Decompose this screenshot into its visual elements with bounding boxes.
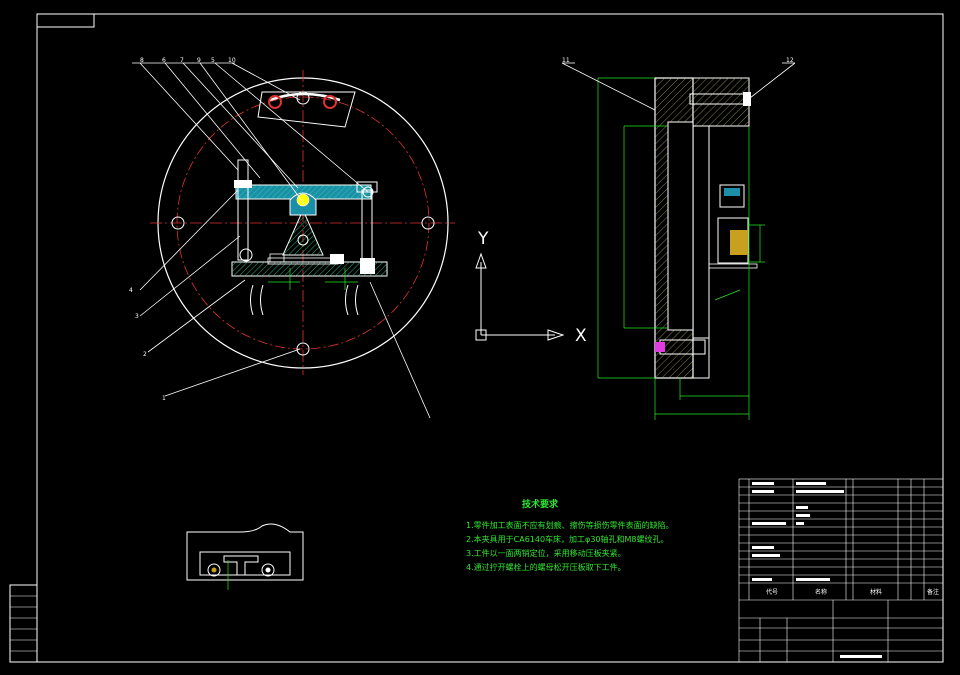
header-name: 名称 — [815, 588, 827, 596]
left-strip-table — [10, 595, 37, 652]
cad-drawing: 8 6 7 9 5 10 4 3 2 1 Y X 11 12 代号 名称 材料 … — [9, 13, 944, 663]
title-block — [738, 478, 944, 663]
axis-y-label: Y — [477, 229, 489, 249]
label-4: 4 — [129, 287, 133, 294]
notes-title: 技术要求 — [522, 500, 559, 510]
header-material: 材料 — [870, 588, 882, 596]
title-block-fills — [752, 482, 882, 658]
header-code: 代号 — [766, 588, 778, 596]
label-1: 1 — [162, 395, 166, 402]
label-12: 12 — [786, 57, 794, 64]
label-2: 2 — [143, 351, 147, 358]
label-8: 8 — [140, 57, 144, 64]
side-section-view: 11 12 — [561, 57, 796, 420]
title-block-headers: 代号 名称 材料 备注 — [766, 588, 939, 596]
detail-view — [186, 523, 304, 590]
front-view: 8 6 7 9 5 10 4 3 2 1 — [129, 57, 455, 419]
label-5: 5 — [211, 57, 215, 64]
coordinate-axes — [475, 252, 565, 341]
label-11: 11 — [562, 57, 570, 64]
clamp-assembly — [231, 159, 388, 316]
label-6: 6 — [162, 57, 166, 64]
label-9: 9 — [197, 57, 201, 64]
axis-x-label: X — [575, 326, 587, 346]
note-line-3: 3.工件以一面两销定位，采用移动压板夹紧。 — [466, 549, 626, 558]
label-10: 10 — [228, 57, 236, 64]
header-remark: 备注 — [927, 588, 939, 596]
note-line-1: 1.零件加工表面不应有划痕、擦伤等损伤零件表面的缺陷。 — [466, 521, 674, 530]
note-line-4: 4.通过拧开螺栓上的螺母松开压板取下工件。 — [466, 563, 626, 572]
leader-lines-left — [132, 62, 431, 419]
label-7: 7 — [180, 57, 184, 64]
note-line-2: 2.本夹具用于CA6140车床，加工φ30轴孔和M8螺纹孔。 — [466, 535, 669, 544]
label-3: 3 — [135, 313, 139, 320]
